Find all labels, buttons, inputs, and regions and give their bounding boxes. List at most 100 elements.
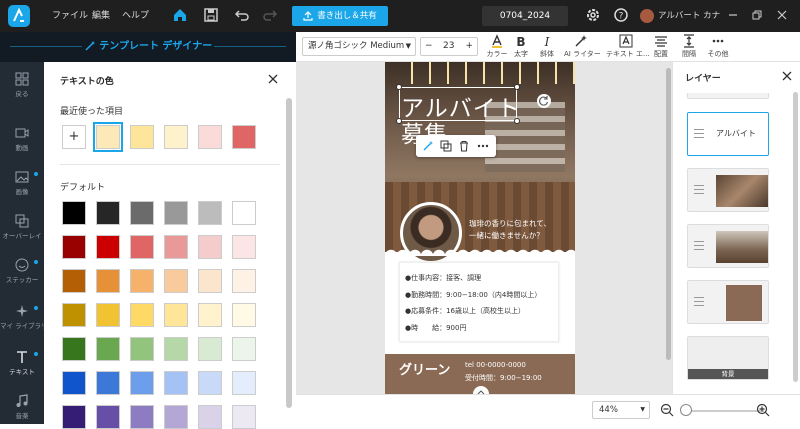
layer-image-2[interactable] bbox=[687, 224, 769, 268]
color-swatch[interactable] bbox=[232, 405, 256, 429]
zoom-out-icon[interactable] bbox=[660, 403, 674, 417]
color-swatch[interactable] bbox=[198, 235, 222, 259]
layer-shape[interactable] bbox=[687, 280, 769, 324]
color-swatch[interactable] bbox=[130, 125, 154, 149]
color-swatch[interactable] bbox=[96, 405, 120, 429]
ai-wand-icon[interactable] bbox=[422, 140, 434, 152]
font-size-stepper[interactable]: − 23 + bbox=[420, 37, 478, 56]
color-swatch[interactable] bbox=[93, 122, 123, 152]
handle-tr[interactable] bbox=[514, 84, 520, 90]
close-icon[interactable] bbox=[781, 70, 793, 82]
color-swatch[interactable] bbox=[198, 405, 222, 429]
more-icon[interactable] bbox=[476, 140, 490, 152]
color-swatch[interactable] bbox=[232, 371, 256, 395]
handle-tl[interactable] bbox=[396, 84, 402, 90]
layer-text-selected[interactable]: アルバイト bbox=[687, 112, 769, 156]
panel-scrollbar[interactable] bbox=[286, 98, 292, 408]
export-share-button[interactable]: 書き出し＆共有 bbox=[292, 6, 388, 26]
font-size-increase[interactable]: + bbox=[465, 38, 473, 55]
minimize-icon[interactable] bbox=[727, 9, 739, 21]
restore-icon[interactable] bbox=[751, 9, 763, 21]
color-swatch[interactable] bbox=[62, 303, 86, 327]
close-icon[interactable] bbox=[267, 73, 279, 85]
color-swatch[interactable] bbox=[62, 337, 86, 361]
menu-edit[interactable]: 編集 bbox=[92, 0, 110, 32]
zoom-in-icon[interactable] bbox=[756, 403, 770, 417]
save-icon[interactable] bbox=[203, 7, 219, 23]
layer-partial[interactable] bbox=[687, 93, 769, 99]
rail-text[interactable]: テキスト bbox=[0, 350, 44, 376]
rail-overlay[interactable]: オーバーレイ bbox=[0, 214, 44, 240]
color-swatch[interactable] bbox=[62, 235, 86, 259]
color-swatch[interactable] bbox=[96, 337, 120, 361]
rail-image[interactable]: 画像 bbox=[0, 170, 44, 196]
home-icon[interactable] bbox=[172, 7, 188, 23]
avatar[interactable] bbox=[640, 9, 654, 23]
help-icon[interactable]: ? bbox=[613, 7, 629, 23]
trash-icon[interactable] bbox=[458, 140, 470, 152]
color-swatch[interactable] bbox=[232, 337, 256, 361]
italic-button[interactable]: I 斜体 bbox=[536, 34, 558, 59]
redo-icon[interactable] bbox=[262, 7, 278, 23]
color-swatch[interactable] bbox=[130, 405, 154, 429]
handle-br[interactable] bbox=[514, 118, 520, 124]
color-swatch[interactable] bbox=[164, 371, 188, 395]
color-swatch[interactable] bbox=[232, 303, 256, 327]
add-color-button[interactable]: + bbox=[62, 125, 86, 149]
color-swatch[interactable] bbox=[164, 125, 188, 149]
font-size-value[interactable]: 23 bbox=[443, 38, 454, 55]
zoom-select[interactable]: 44% ▼ bbox=[592, 401, 650, 419]
color-swatch[interactable] bbox=[164, 269, 188, 293]
color-swatch[interactable] bbox=[198, 337, 222, 361]
color-swatch[interactable] bbox=[130, 371, 154, 395]
font-size-decrease[interactable]: − bbox=[425, 38, 433, 55]
menu-file[interactable]: ファイル bbox=[52, 0, 88, 32]
layers-scrollbar[interactable] bbox=[793, 92, 798, 382]
color-swatch[interactable] bbox=[198, 269, 222, 293]
duplicate-icon[interactable] bbox=[440, 140, 452, 152]
rail-my-library[interactable]: マイ ライブラリ bbox=[0, 304, 48, 330]
color-swatch[interactable] bbox=[198, 125, 222, 149]
color-swatch[interactable] bbox=[96, 235, 120, 259]
layer-image-1[interactable] bbox=[687, 168, 769, 212]
color-swatch[interactable] bbox=[96, 201, 120, 225]
rail-sticker[interactable]: ステッカー bbox=[0, 258, 44, 284]
font-select[interactable]: 源ノ角ゴシック Medium ▼ bbox=[302, 37, 416, 56]
color-swatch[interactable] bbox=[198, 201, 222, 225]
color-swatch[interactable] bbox=[198, 303, 222, 327]
undo-icon[interactable] bbox=[234, 7, 250, 23]
text-color-button[interactable]: カラー bbox=[486, 34, 508, 59]
color-swatch[interactable] bbox=[96, 303, 120, 327]
zoom-slider-handle[interactable] bbox=[680, 404, 692, 416]
color-swatch[interactable] bbox=[130, 201, 154, 225]
text-effect-button[interactable]: テキスト エ... bbox=[606, 34, 650, 59]
rail-music[interactable]: 音楽 bbox=[0, 394, 44, 420]
color-swatch[interactable] bbox=[164, 235, 188, 259]
color-swatch[interactable] bbox=[96, 371, 120, 395]
color-swatch[interactable] bbox=[164, 303, 188, 327]
color-swatch[interactable] bbox=[62, 201, 86, 225]
bold-button[interactable]: B 太字 bbox=[510, 34, 532, 59]
ai-writer-button[interactable]: AI ライター bbox=[564, 34, 601, 59]
color-swatch[interactable] bbox=[62, 269, 86, 293]
layer-background[interactable]: 背景 bbox=[687, 336, 769, 380]
menu-help[interactable]: ヘルプ bbox=[122, 0, 149, 32]
color-swatch[interactable] bbox=[164, 201, 188, 225]
color-swatch[interactable] bbox=[130, 269, 154, 293]
color-swatch[interactable] bbox=[198, 371, 222, 395]
spacing-button[interactable]: 間隔 bbox=[678, 34, 700, 59]
color-swatch[interactable] bbox=[62, 371, 86, 395]
color-swatch[interactable] bbox=[130, 337, 154, 361]
color-swatch[interactable] bbox=[164, 405, 188, 429]
canvas-scrollbar[interactable] bbox=[666, 68, 671, 360]
color-swatch[interactable] bbox=[232, 125, 256, 149]
rotate-icon[interactable] bbox=[537, 94, 551, 108]
color-swatch[interactable] bbox=[232, 269, 256, 293]
close-window-icon[interactable] bbox=[776, 9, 788, 21]
color-swatch[interactable] bbox=[232, 235, 256, 259]
rail-video[interactable]: 動画 bbox=[0, 126, 44, 152]
color-swatch[interactable] bbox=[96, 269, 120, 293]
color-swatch[interactable] bbox=[232, 201, 256, 225]
document-name[interactable]: 0704_2024 bbox=[482, 6, 568, 26]
user-name[interactable]: アルバート カナ bbox=[658, 0, 720, 32]
